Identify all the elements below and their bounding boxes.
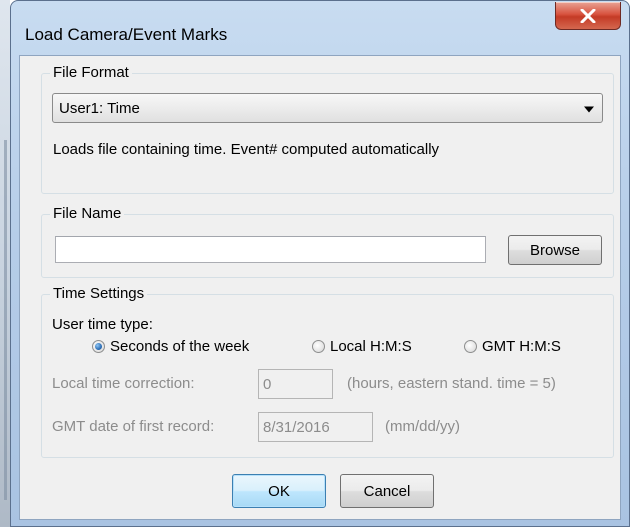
radio-icon [464, 340, 477, 353]
file-name-group-label: File Name [50, 205, 125, 223]
radio-gmt-hms-label: GMT H:M:S [482, 338, 561, 355]
radio-local-hms[interactable]: Local H:M:S [312, 338, 412, 355]
radio-seconds-of-week-label: Seconds of the week [110, 338, 250, 355]
file-format-group: File Format User1: Time Loads file conta… [41, 64, 614, 194]
radio-icon [312, 340, 325, 353]
gmt-date-input[interactable]: 8/31/2016 [258, 412, 373, 442]
radio-local-hms-label: Local H:M:S [330, 338, 412, 355]
radio-gmt-hms[interactable]: GMT H:M:S [464, 338, 561, 355]
chevron-down-icon [584, 106, 594, 113]
file-name-group: File Name Browse [41, 205, 614, 278]
file-format-selected-value: User1: Time [59, 99, 140, 117]
close-icon [580, 8, 596, 23]
gmt-date-label: GMT date of first record: [52, 418, 215, 435]
file-name-input[interactable] [55, 236, 486, 263]
file-format-group-label: File Format [50, 64, 132, 82]
dialog-client-area: File Format User1: Time Loads file conta… [19, 55, 621, 520]
title-bar[interactable]: Load Camera/Event Marks [11, 1, 629, 55]
radio-icon [92, 340, 105, 353]
gmt-date-hint: (mm/dd/yy) [385, 418, 460, 435]
dialog-window: Load Camera/Event Marks File Format User… [10, 0, 630, 527]
cancel-button[interactable]: Cancel [340, 474, 434, 508]
radio-seconds-of-week[interactable]: Seconds of the week [92, 338, 249, 355]
background-app [0, 0, 10, 527]
local-time-correction-input[interactable]: 0 [258, 369, 333, 399]
local-time-correction-hint: (hours, eastern stand. time = 5) [347, 375, 556, 392]
ok-button[interactable]: OK [232, 474, 326, 508]
file-format-dropdown[interactable]: User1: Time [52, 93, 603, 123]
time-settings-group: Time Settings User time type: Seconds of… [41, 285, 614, 458]
user-time-type-label: User time type: [52, 316, 153, 333]
time-settings-group-label: Time Settings [50, 285, 148, 303]
local-time-correction-label: Local time correction: [52, 375, 195, 392]
dialog-title: Load Camera/Event Marks [25, 25, 228, 44]
close-button[interactable] [555, 2, 621, 30]
browse-button[interactable]: Browse [508, 235, 602, 265]
file-format-description: Loads file containing time. Event# compu… [53, 141, 440, 158]
